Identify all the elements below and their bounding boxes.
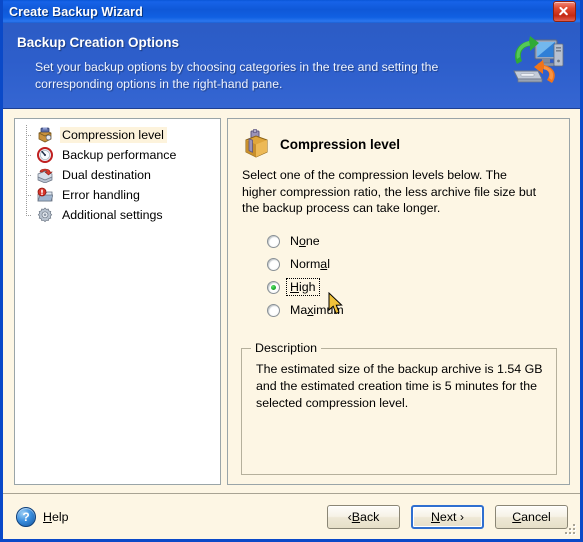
dialog-body: Compression level Backup performance Dua… [3,109,580,493]
groupbox-legend: Description [251,341,321,355]
tree-item-additional-settings[interactable]: Additional settings [24,205,216,225]
tree-item-label: Additional settings [62,208,163,222]
window-title: Create Backup Wizard [9,4,143,19]
page-description: Set your backup options by choosing cate… [35,60,439,91]
description-text: The estimated size of the backup archive… [256,362,543,410]
category-tree[interactable]: Compression level Backup performance Dua… [14,118,221,485]
additional-settings-icon [37,207,53,223]
cancel-button[interactable]: Cancel [495,504,568,529]
tree-item-label: Dual destination [62,168,151,182]
performance-gauge-icon [37,147,53,163]
radio-label: None [290,234,320,248]
next-button[interactable]: Next › [411,504,484,529]
radio-label: Normal [290,257,330,271]
description-groupbox: Description The estimated size of the ba… [241,341,557,475]
dialog-footer: ? Help ‹ Back Next › Cancel [3,493,580,539]
tree-item-backup-performance[interactable]: Backup performance [24,145,216,165]
radio-normal[interactable]: Normal [267,253,557,276]
dual-destination-icon [37,167,53,184]
back-button[interactable]: ‹ Back [327,504,400,529]
radio-none[interactable]: None [267,230,557,253]
options-pane: Compression level Select one of the comp… [227,118,570,485]
resize-grip[interactable] [564,523,577,536]
radio-indicator [267,234,280,248]
options-title: Compression level [280,136,401,152]
radio-indicator [267,257,280,271]
tree-item-compression-level[interactable]: Compression level [24,125,216,145]
tree-item-label: Compression level [60,127,167,143]
tree-item-label: Error handling [62,188,140,202]
radio-label: High [286,278,320,296]
page-title: Backup Creation Options [17,35,180,50]
wizard-banner: Backup Creation Options Set your backup … [3,23,580,109]
close-icon[interactable] [553,1,576,22]
radio-indicator [267,303,280,317]
options-header: Compression level [241,129,557,159]
help-link[interactable]: ? Help [16,506,69,527]
question-mark-icon: ? [16,506,36,527]
tree-item-dual-destination[interactable]: Dual destination [24,165,216,185]
radio-label: Maximum [290,303,344,317]
tree-item-label: Backup performance [62,148,177,162]
package-box-icon [245,129,268,158]
error-handling-icon [37,187,54,203]
compression-level-radio-group[interactable]: None Normal High Maximum [267,230,557,322]
title-bar: Create Backup Wizard [3,0,580,23]
help-label: Help [43,509,69,524]
tree-item-error-handling[interactable]: Error handling [24,185,216,205]
options-description: Select one of the compression levels bel… [242,168,537,215]
create-backup-wizard-dialog: Create Backup Wizard Backup Creation Opt… [0,0,583,542]
radio-indicator [267,280,280,294]
radio-maximum[interactable]: Maximum [267,299,557,322]
backup-computer-icon [513,36,564,83]
radio-high[interactable]: High [267,276,557,299]
compression-level-icon [37,127,53,143]
